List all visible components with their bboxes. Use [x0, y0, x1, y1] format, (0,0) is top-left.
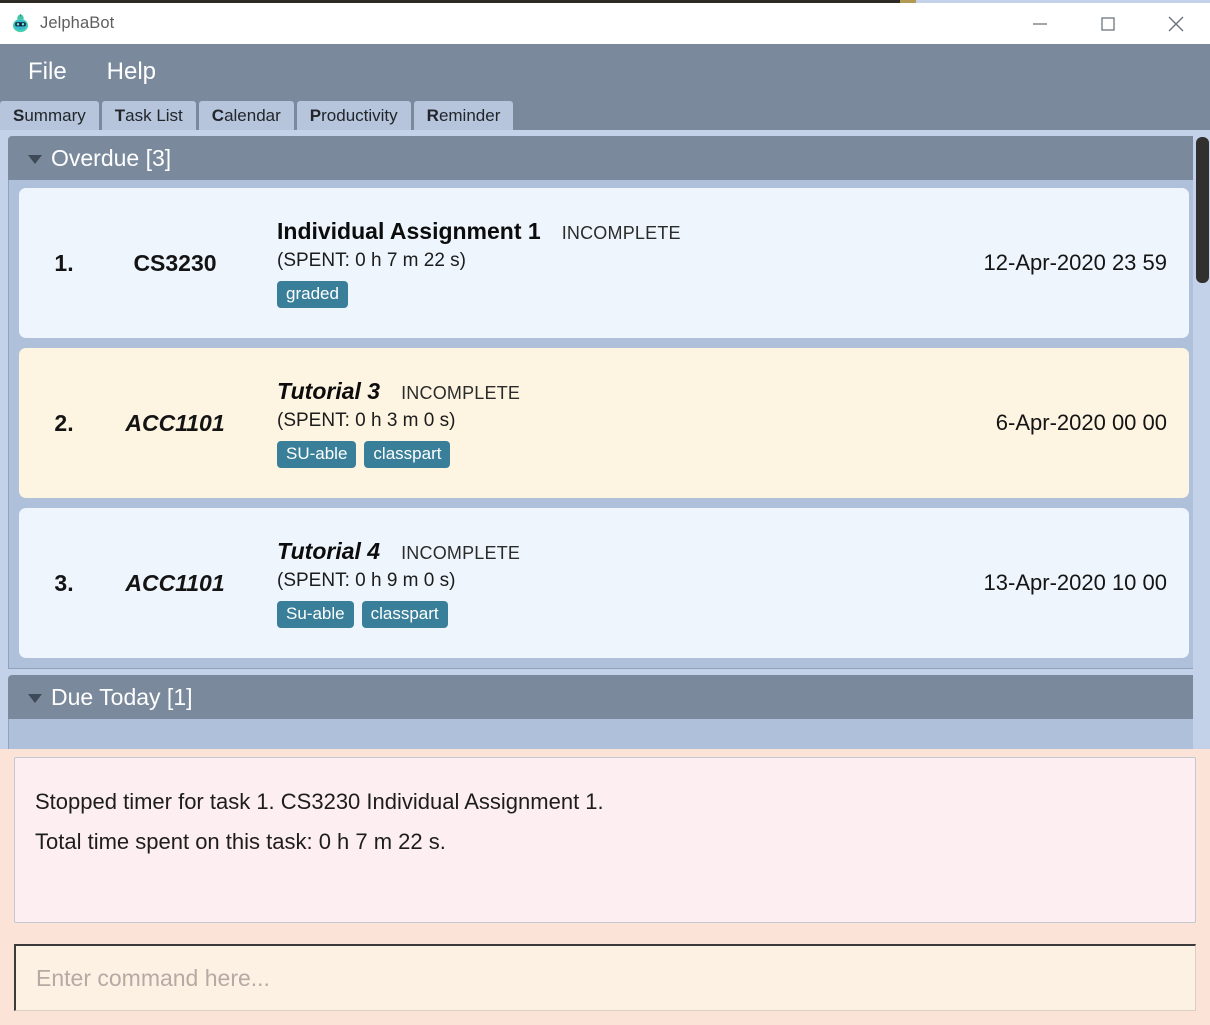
task-title-line: Tutorial 4 INCOMPLETE — [277, 538, 972, 565]
section-overdue: Overdue [3] 1. CS3230 Individual Assignm… — [8, 136, 1200, 669]
tab-calendar[interactable]: Calendar — [198, 101, 294, 130]
task-name: Tutorial 3 — [277, 378, 381, 405]
tab-task-list[interactable]: Task List — [101, 101, 196, 130]
task-tag: classpart — [361, 601, 448, 628]
tab-productivity-mnemonic: P — [309, 105, 322, 125]
section-overdue-title: Overdue [3] — [51, 144, 172, 171]
task-title-line: Individual Assignment 1 INCOMPLETE — [277, 218, 972, 245]
task-details: Tutorial 3 INCOMPLETE (SPENT: 0 h 3 m 0 … — [255, 378, 984, 468]
close-icon[interactable] — [1142, 3, 1210, 44]
task-time-spent: (SPENT: 0 h 7 m 22 s) — [277, 250, 467, 272]
section-due-today-title: Due Today [1] — [51, 683, 193, 710]
task-index: 3. — [54, 569, 74, 596]
title-bar: JelphaBot — [0, 3, 1210, 44]
menu-item-file[interactable]: File — [22, 56, 73, 88]
tab-calendar-mnemonic: C — [211, 105, 225, 125]
vertical-scrollbar[interactable] — [1193, 130, 1210, 755]
task-tag-row: SU-able classpart — [277, 441, 984, 468]
tab-reminder-label: eminder — [438, 105, 501, 125]
task-tag: graded — [277, 281, 348, 308]
task-tag: classpart — [364, 441, 451, 468]
tab-summary[interactable]: Summary — [0, 101, 99, 130]
minimize-icon[interactable] — [1006, 3, 1074, 44]
tab-productivity-label: roductivity — [321, 105, 398, 125]
result-line: Total time spent on this task: 0 h 7 m 2… — [35, 828, 446, 854]
task-card[interactable]: 3. ACC1101 Tutorial 4 INCOMPLETE (SPENT:… — [19, 508, 1189, 658]
tab-productivity[interactable]: Productivity — [296, 101, 411, 130]
task-module: ACC1101 — [125, 569, 225, 596]
task-tag-row: graded — [277, 281, 972, 308]
tab-reminder[interactable]: Reminder — [413, 101, 514, 130]
section-due-today: Due Today [1] — [8, 675, 1200, 755]
chevron-down-icon[interactable] — [28, 694, 42, 703]
tab-summary-mnemonic: S — [13, 105, 25, 125]
task-module: ACC1101 — [125, 409, 225, 436]
tab-summary-label: ummary — [24, 105, 86, 125]
chevron-down-icon[interactable] — [28, 155, 42, 164]
application-window: JelphaBot File Help S ummary T ask List … — [0, 0, 1210, 1025]
task-status: INCOMPLETE — [401, 543, 521, 564]
task-title-line: Tutorial 3 INCOMPLETE — [277, 378, 984, 405]
menu-bar: File Help — [0, 44, 1210, 100]
task-status: INCOMPLETE — [561, 223, 681, 244]
title-bar-left: JelphaBot — [0, 13, 114, 34]
result-display-area: Stopped timer for task 1. CS3230 Individ… — [0, 749, 1210, 930]
task-index: 1. — [54, 249, 74, 276]
section-due-today-header[interactable]: Due Today [1] — [8, 675, 1200, 719]
task-due-date: 12-Apr-2020 23 59 — [983, 250, 1167, 275]
command-input-box[interactable]: Enter command here... — [14, 944, 1196, 1011]
task-time-spent: (SPENT: 0 h 3 m 0 s) — [277, 410, 456, 432]
tab-bar: Summary Task List Calendar Productivity … — [0, 100, 1210, 130]
tab-calendar-label: alendar — [224, 105, 281, 125]
menu-item-help[interactable]: Help — [101, 56, 162, 88]
task-details: Individual Assignment 1 INCOMPLETE (SPEN… — [255, 218, 972, 308]
section-overdue-body: 1. CS3230 Individual Assignment 1 INCOMP… — [8, 180, 1200, 669]
summary-scroll-area[interactable]: Overdue [3] 1. CS3230 Individual Assignm… — [0, 130, 1210, 755]
robot-icon — [10, 13, 31, 34]
result-display-box: Stopped timer for task 1. CS3230 Individ… — [14, 757, 1196, 923]
task-status: INCOMPLETE — [401, 383, 521, 404]
task-due-date: 13-Apr-2020 10 00 — [983, 570, 1167, 595]
task-tag-row: Su-able classpart — [277, 601, 972, 628]
command-input-placeholder: Enter command here... — [36, 964, 270, 991]
task-index: 2. — [54, 409, 74, 436]
task-name: Tutorial 4 — [277, 538, 381, 565]
maximize-icon[interactable] — [1074, 3, 1142, 44]
task-name: Individual Assignment 1 — [277, 218, 541, 245]
task-tag: SU-able — [277, 441, 357, 468]
task-card[interactable]: 2. ACC1101 Tutorial 3 INCOMPLETE (SPENT:… — [19, 348, 1189, 498]
task-module: CS3230 — [133, 249, 217, 276]
window-controls — [1006, 3, 1210, 44]
command-input-area: Enter command here... — [0, 930, 1210, 1025]
task-details: Tutorial 4 INCOMPLETE (SPENT: 0 h 9 m 0 … — [255, 538, 972, 628]
task-card[interactable]: 1. CS3230 Individual Assignment 1 INCOMP… — [19, 188, 1189, 338]
task-time-spent: (SPENT: 0 h 9 m 0 s) — [277, 570, 456, 592]
task-tag: Su-able — [277, 601, 354, 628]
task-due-date: 6-Apr-2020 00 00 — [995, 410, 1167, 435]
tab-task-list-label: ask List — [125, 105, 183, 125]
window-title: JelphaBot — [40, 14, 115, 32]
tab-reminder-mnemonic: R — [426, 105, 439, 125]
result-line: Stopped timer for task 1. CS3230 Individ… — [35, 789, 604, 814]
vertical-scrollbar-thumb[interactable] — [1196, 137, 1209, 283]
tab-task-list-mnemonic: T — [114, 105, 126, 125]
section-overdue-header[interactable]: Overdue [3] — [8, 136, 1200, 180]
